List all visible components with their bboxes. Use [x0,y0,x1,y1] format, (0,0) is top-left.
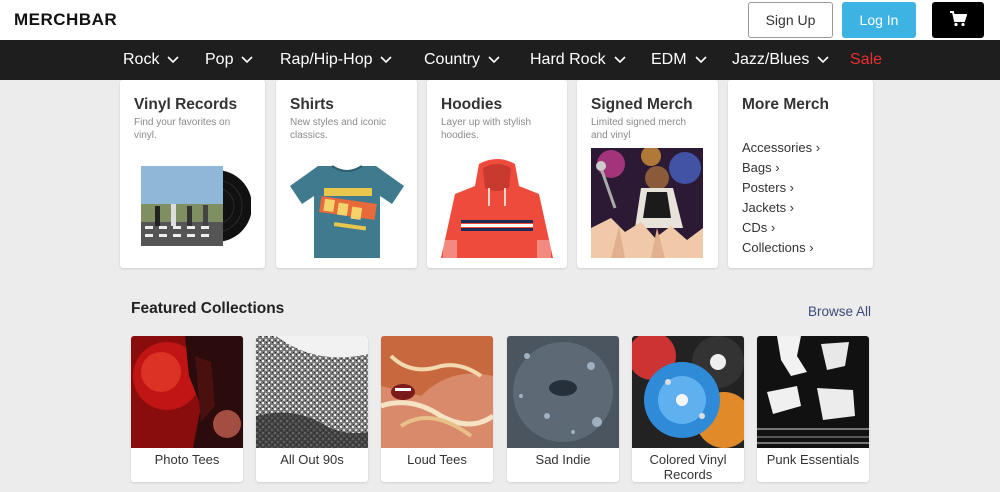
more-merch-link-posters[interactable]: Posters › [742,178,820,198]
nav-item-label: Hard Rock [530,51,606,68]
collection-image [131,336,243,448]
collection-card-loud-tees[interactable]: Loud Tees [381,336,493,482]
nav-item-label: Jazz/Blues [732,51,810,68]
more-merch-title: More Merch [742,96,829,113]
more-merch-link-bags[interactable]: Bags › [742,158,820,178]
hoodie-image [439,158,555,258]
nav-item-label: EDM [651,51,687,68]
category-card-hoodies[interactable]: Hoodies Layer up with stylish hoodies. [427,80,567,268]
collection-label: Punk Essentials [766,452,860,467]
genre-nav: Rock Pop Rap/Hip-Hop Country Hard Rock E… [0,40,1000,80]
card-description: Find your favorites on vinyl. [134,117,231,141]
collection-label: Loud Tees [407,452,467,467]
more-merch-link-accessories[interactable]: Accessories › [742,138,820,158]
category-card-vinyl-records[interactable]: Vinyl Records Find your favorites on vin… [120,80,265,268]
merchbar-logo[interactable]: MERCHBAR [14,10,117,30]
nav-item-rap-hip-hop[interactable]: Rap/Hip-Hop [280,40,393,80]
chevron-down-icon [167,56,180,64]
collection-label: Photo Tees [154,452,220,467]
cart-icon [949,10,968,30]
top-header: MERCHBAR Sign Up Log In [0,0,1000,40]
nav-item-jazz-blues[interactable]: Jazz/Blues [732,40,829,80]
nav-item-sale[interactable]: Sale [850,40,882,80]
nav-item-country[interactable]: Country [424,40,500,80]
collection-card-photo-tees[interactable]: Photo Tees [131,336,243,482]
collection-image [757,336,869,448]
chevron-down-icon [817,56,829,64]
card-title: Signed Merch [591,96,693,113]
log-in-button[interactable]: Log In [842,2,916,38]
card-title: Shirts [290,96,334,113]
collection-card-sad-indie[interactable]: Sad Indie [507,336,619,482]
chevron-down-icon [614,56,626,64]
nav-item-label: Country [424,51,481,68]
nav-item-label: Rock [123,51,160,68]
sign-up-button[interactable]: Sign Up [748,2,833,38]
collection-image [507,336,619,448]
chevron-down-icon [488,56,500,64]
vinyl-record-image [141,164,251,248]
nav-item-edm[interactable]: EDM [651,40,707,80]
collection-label: Sad Indie [535,452,591,467]
collection-image [256,336,368,448]
card-title: Vinyl Records [134,96,238,113]
shirt-image [288,164,406,258]
collection-image [381,336,493,448]
chevron-down-icon [380,56,393,64]
nav-item-hard-rock[interactable]: Hard Rock [530,40,626,80]
card-description: New styles and iconic classics. [290,117,387,141]
more-merch-link-collections[interactable]: Collections › [742,238,820,258]
nav-item-rock[interactable]: Rock [123,40,180,80]
collection-image [632,336,744,448]
featured-collections-heading: Featured Collections [131,300,285,317]
chevron-down-icon [241,56,254,64]
collection-label: All Out 90s [280,452,344,467]
collection-card-colored-vinyl-records[interactable]: Colored Vinyl Records [632,336,744,482]
card-title: Hoodies [441,96,503,113]
signed-merch-image [591,148,703,258]
more-merch-card: More Merch Accessories › Bags › Posters … [728,80,873,268]
more-merch-link-cds[interactable]: CDs › [742,218,820,238]
collection-label: Colored Vinyl Records [649,452,727,482]
more-merch-link-jackets[interactable]: Jackets › [742,198,820,218]
card-description: Layer up with stylish hoodies. [441,117,532,141]
category-card-shirts[interactable]: Shirts New styles and iconic classics. [276,80,417,268]
card-description: Limited signed merch and vinyl [591,117,687,141]
nav-item-pop[interactable]: Pop [205,40,254,80]
collection-card-punk-essentials[interactable]: Punk Essentials [757,336,869,482]
collection-card-all-out-90s[interactable]: All Out 90s [256,336,368,482]
cart-button[interactable] [932,2,984,38]
chevron-down-icon [694,56,707,64]
more-merch-links: Accessories › Bags › Posters › Jackets ›… [742,138,820,258]
nav-item-label: Pop [205,51,234,68]
nav-item-label: Rap/Hip-Hop [280,51,373,68]
browse-all-link[interactable]: Browse All [808,304,871,319]
category-card-signed-merch[interactable]: Signed Merch Limited signed merch and vi… [577,80,718,268]
